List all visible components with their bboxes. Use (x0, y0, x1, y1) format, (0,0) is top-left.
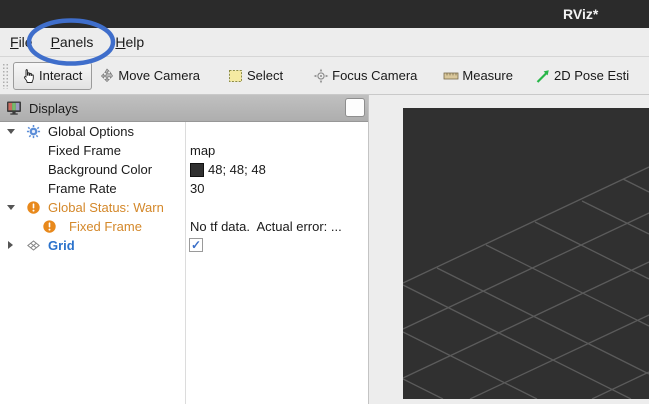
hand-cursor-icon (20, 68, 36, 84)
displays-panel-header[interactable]: Displays (0, 95, 368, 122)
select-button[interactable]: Select (228, 68, 283, 84)
menu-bar: File Panels Help (0, 28, 649, 57)
2d-pose-estimate-button[interactable]: 2D Pose Esti (535, 68, 629, 84)
move-arrows-icon (99, 68, 115, 84)
expand-arrow-icon[interactable] (7, 205, 15, 210)
gear-icon (26, 124, 41, 139)
color-text: 48; 48; 48 (208, 160, 266, 179)
menu-file-mnemonic: F (10, 34, 19, 50)
focus-camera-button[interactable]: Focus Camera (313, 68, 417, 84)
measure-label: Measure (462, 68, 513, 83)
select-label: Select (247, 68, 283, 83)
interact-label: Interact (39, 68, 82, 83)
grid-checkbox[interactable]: ✓ (189, 238, 203, 252)
toolbar-drag-handle[interactable] (2, 63, 9, 89)
rviz-window: { "window": { "title": "RViz*" }, "menub… (0, 0, 649, 404)
measure-button[interactable]: Measure (443, 68, 513, 84)
row-label: Frame Rate (48, 179, 117, 198)
expand-arrow-icon[interactable] (7, 129, 15, 134)
tree-row-global-status[interactable]: Global Status: Warn (0, 198, 368, 217)
collapse-arrow-icon[interactable] (8, 241, 13, 249)
row-label: Fixed Frame (48, 141, 121, 160)
row-label: Background Color (48, 160, 152, 179)
window-title: RViz* (563, 0, 598, 28)
tree-row-frame-rate[interactable]: Frame Rate 30 (0, 179, 368, 198)
crosshair-icon (313, 68, 329, 84)
fixed-frame-value[interactable]: map (190, 141, 215, 160)
pose-arrow-icon (535, 68, 551, 84)
warning-icon (26, 200, 41, 215)
tree-row-status-fixed-frame[interactable]: Fixed Frame No tf data. Actual error: ..… (0, 217, 368, 236)
menu-file-rest: ile (19, 34, 33, 50)
3d-viewport[interactable] (403, 108, 649, 399)
frame-rate-value[interactable]: 30 (190, 179, 204, 198)
menu-panels-rest: anels (60, 34, 93, 50)
menu-help[interactable]: Help (113, 34, 146, 50)
monitor-icon (6, 100, 22, 116)
tree-row-global-options[interactable]: Global Options (0, 122, 368, 141)
menu-panels-mnemonic: P (51, 34, 60, 50)
panel-float-button[interactable] (345, 98, 365, 117)
selection-box-icon (228, 68, 244, 84)
tree-row-grid[interactable]: Grid ✓ (0, 236, 368, 255)
warning-icon (42, 219, 57, 234)
displays-panel-title: Displays (29, 101, 78, 116)
grid-icon (26, 238, 41, 253)
title-bar: RViz* (0, 0, 649, 28)
interact-button[interactable]: Interact (13, 62, 92, 90)
status-error-value: No tf data. Actual error: ... (190, 217, 342, 236)
color-swatch (190, 163, 204, 177)
menu-panels[interactable]: Panels (49, 34, 96, 50)
ruler-icon (443, 68, 459, 84)
menu-help-rest: elp (126, 34, 145, 50)
ground-grid (403, 108, 649, 399)
move-camera-label: Move Camera (118, 68, 200, 83)
2d-pose-estimate-label: 2D Pose Esti (554, 68, 629, 83)
row-label: Global Options (48, 122, 134, 141)
displays-panel: Displays Global Options Fixed Frame map … (0, 95, 369, 404)
menu-help-mnemonic: H (115, 34, 125, 50)
row-label: Fixed Frame (69, 217, 142, 236)
menu-file[interactable]: File (8, 34, 35, 50)
tree-row-fixed-frame[interactable]: Fixed Frame map (0, 141, 368, 160)
toolbar: Interact Move Camera Select Focus Camera… (0, 57, 649, 95)
move-camera-button[interactable]: Move Camera (99, 68, 200, 84)
focus-camera-label: Focus Camera (332, 68, 417, 83)
row-label: Grid (48, 236, 75, 255)
background-color-value[interactable]: 48; 48; 48 (190, 160, 266, 179)
displays-tree: Global Options Fixed Frame map Backgroun… (0, 122, 368, 404)
tree-row-background-color[interactable]: Background Color 48; 48; 48 (0, 160, 368, 179)
row-label: Global Status: Warn (48, 198, 164, 217)
